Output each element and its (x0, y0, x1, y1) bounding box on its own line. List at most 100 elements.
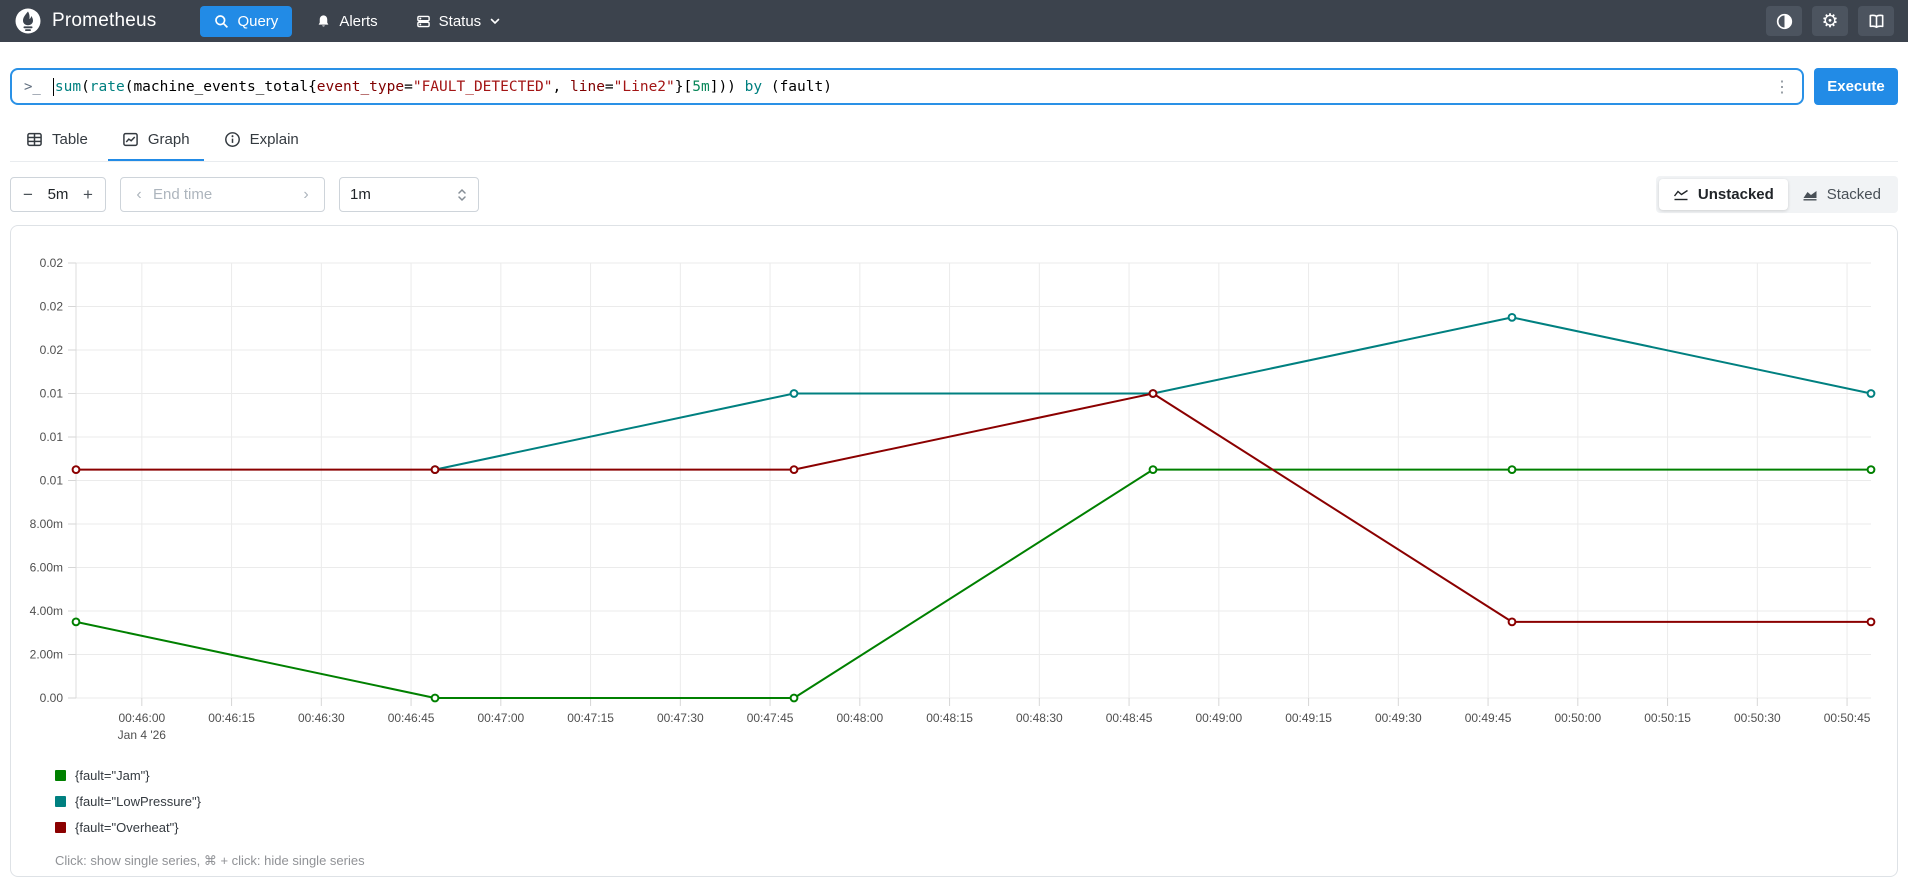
promql-token: line (570, 78, 605, 95)
terminal-prompt-icon: >_ (24, 78, 41, 95)
nav-status-label: Status (438, 12, 482, 30)
svg-text:6.00m: 6.00m (30, 561, 63, 575)
svg-text:00:46:00: 00:46:00 (118, 711, 165, 725)
data-point-marker (71, 465, 81, 475)
promql-token: , (552, 78, 570, 95)
navbar: Prometheus Query Alerts Status ⚙ (0, 0, 1908, 42)
prometheus-logo-icon (14, 7, 42, 35)
end-time-input[interactable] (149, 186, 296, 203)
legend-label: {fault="Jam"} (75, 768, 150, 783)
resolution-select[interactable]: 1m (339, 177, 479, 212)
book-icon (1868, 13, 1885, 30)
promql-token: } (674, 78, 684, 95)
svg-text:00:46:30: 00:46:30 (298, 711, 345, 725)
execute-button[interactable]: Execute (1814, 68, 1898, 105)
query-options-kebab-button[interactable]: ⋮ (1772, 77, 1792, 97)
data-point-marker (71, 617, 81, 627)
svg-text:2.00m: 2.00m (30, 648, 63, 662)
data-point-marker (789, 693, 799, 703)
range-input[interactable] (41, 186, 75, 203)
theme-toggle-button[interactable] (1766, 6, 1802, 36)
data-point-marker (1148, 389, 1158, 398)
promql-token: = (604, 78, 614, 95)
graph-controls: − + ‹ › 1m Unstacked Stacked (10, 176, 1898, 213)
svg-text:00:50:15: 00:50:15 (1644, 711, 1691, 725)
svg-text:0.02: 0.02 (40, 300, 64, 314)
promql-token: [ (683, 78, 693, 95)
svg-text:00:47:00: 00:47:00 (477, 711, 524, 725)
svg-text:00:48:00: 00:48:00 (836, 711, 883, 725)
legend-label: {fault="LowPressure"} (75, 794, 201, 809)
legend-hint: Click: show single series, ⌘ + click: hi… (55, 853, 365, 868)
nav-alerts-label: Alerts (339, 12, 378, 30)
gear-icon: ⚙ (1821, 10, 1839, 32)
svg-text:00:48:30: 00:48:30 (1016, 711, 1063, 725)
end-time-back-button[interactable]: ‹ (129, 186, 149, 204)
stacking-segmented-control: Unstacked Stacked (1655, 176, 1898, 213)
svg-text:00:46:15: 00:46:15 (208, 711, 255, 725)
end-time-forward-button[interactable]: › (296, 186, 316, 204)
tab-table[interactable]: Table (12, 121, 102, 161)
series-line (76, 392, 1871, 623)
svg-text:00:47:30: 00:47:30 (657, 711, 704, 725)
search-icon (214, 14, 229, 29)
svg-text:0.02: 0.02 (40, 343, 64, 357)
server-icon (416, 14, 431, 29)
app-title: Prometheus (52, 10, 157, 31)
resolution-value: 1m (350, 186, 371, 203)
brand[interactable]: Prometheus (14, 7, 156, 35)
bell-icon (316, 14, 331, 29)
promql-token: event_type (316, 78, 405, 95)
graph-canvas[interactable]: 0.02 0.02 0.02 0.01 0.01 0.01 8.00m 6.00m 4.00m 2… (19, 236, 1903, 752)
promql-token: ( (81, 78, 90, 95)
range-decrease-button[interactable]: − (15, 185, 41, 205)
tab-graph-label: Graph (147, 131, 190, 148)
tab-graph[interactable]: Graph (107, 121, 204, 161)
legend-item[interactable]: {fault="Overheat"} (55, 820, 1889, 835)
nav-status-button[interactable]: Status (402, 6, 516, 37)
chevron-down-icon (489, 15, 501, 27)
query-bar: >_ sum(rate(machine_events_total{event_t… (10, 68, 1898, 105)
legend-item[interactable]: {fault="LowPressure"} (55, 794, 1889, 809)
svg-text:00:50:45: 00:50:45 (1824, 711, 1871, 725)
promql-expression-text[interactable]: sum(rate(machine_events_total{event_type… (52, 77, 1772, 96)
range-increase-button[interactable]: + (75, 185, 101, 205)
legend-item[interactable]: {fault="Jam"} (55, 768, 1889, 783)
tab-table-label: Table (52, 131, 88, 148)
promql-expression-input[interactable]: >_ sum(rate(machine_events_total{event_t… (10, 68, 1804, 105)
chart-series (71, 312, 1876, 703)
promql-token: rate (89, 78, 125, 95)
unstacked-option[interactable]: Unstacked (1658, 179, 1788, 210)
stacked-option[interactable]: Stacked (1788, 179, 1895, 210)
legend-swatch (55, 796, 66, 807)
svg-text:00:49:45: 00:49:45 (1465, 711, 1512, 725)
svg-text:4.00m: 4.00m (30, 604, 63, 618)
data-point-marker (1507, 465, 1517, 475)
tab-explain[interactable]: Explain (210, 121, 313, 161)
graph-icon (122, 131, 139, 148)
data-point-marker (1507, 312, 1517, 322)
settings-button[interactable]: ⚙ (1812, 6, 1848, 36)
axis-labels: 0.02 0.02 0.02 0.01 0.01 0.01 8.00m 6.00m 4.00m 2… (30, 256, 1871, 742)
promql-token: sum (54, 78, 82, 95)
end-time-picker: ‹ › (120, 177, 325, 212)
svg-text:00:48:15: 00:48:15 (926, 711, 973, 725)
legend-swatch (55, 822, 66, 833)
docs-button[interactable] (1858, 6, 1894, 36)
select-chevrons-icon (456, 188, 468, 202)
data-point-marker (1148, 465, 1158, 475)
data-point-marker (789, 465, 799, 475)
nav-query-label: Query (237, 12, 279, 30)
svg-text:Jan 4 '26: Jan 4 '26 (118, 728, 167, 742)
contrast-icon (1776, 13, 1793, 30)
nav-query-button[interactable]: Query (200, 5, 293, 37)
nav-alerts-button[interactable]: Alerts (302, 6, 391, 37)
promql-token: = (404, 78, 413, 95)
svg-text:00:49:30: 00:49:30 (1375, 711, 1422, 725)
svg-text:00:49:15: 00:49:15 (1285, 711, 1332, 725)
graph-legend: {fault="Jam"} {fault="LowPressure"} {fault… (55, 768, 1889, 835)
svg-text:00:46:45: 00:46:45 (388, 711, 435, 725)
data-point-marker (1866, 465, 1876, 475)
series-line (75, 468, 1871, 699)
svg-text:00:50:30: 00:50:30 (1734, 711, 1781, 725)
